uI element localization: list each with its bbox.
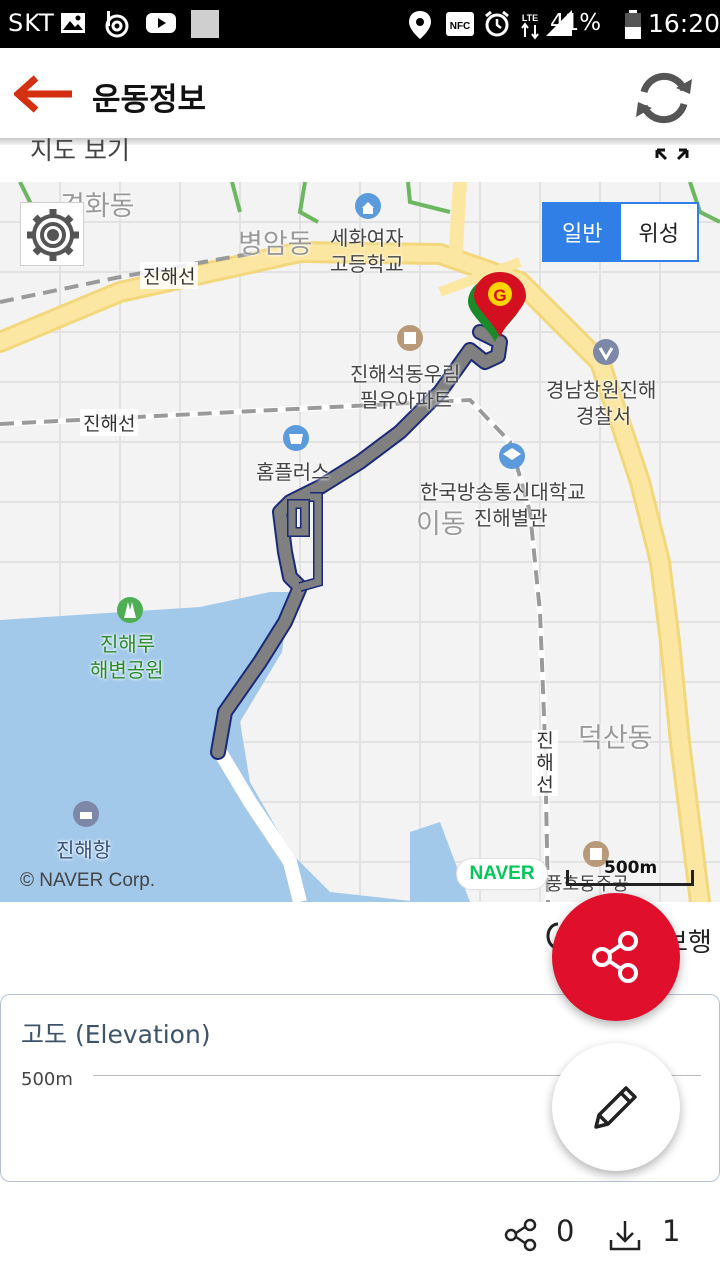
alarm-icon: [485, 10, 509, 37]
nfc-icon: NFC: [446, 12, 474, 36]
share-count: 0: [556, 1214, 575, 1248]
map-settings-button[interactable]: [20, 202, 84, 266]
map-label-deoksan: 덕산동: [578, 723, 653, 754]
pencil-icon: [594, 1086, 637, 1129]
map-label-port: 진해항: [56, 838, 112, 862]
map-label-park-2: 해변공원: [90, 658, 164, 682]
map-view-label: 지도 보기: [30, 136, 130, 165]
nfc-label: NFC: [450, 21, 471, 32]
map-label-police-1: 경남창원진해: [546, 378, 657, 402]
youtube-icon: [146, 13, 176, 33]
map-label-univ-2: 진해별관: [474, 506, 548, 530]
map-label-road-v: 진해선: [532, 730, 558, 796]
map-label-sehwa-2: 고등학교: [330, 252, 404, 276]
map-copyright: © NAVER Corp.: [20, 870, 156, 891]
b-app-icon: [105, 11, 129, 38]
map-label-road-1: 진해선: [140, 262, 199, 289]
map-type-toggle: 일반 위성: [542, 202, 699, 262]
expand-icon[interactable]: [654, 144, 690, 166]
naver-logo: NAVER: [456, 858, 548, 890]
map-label-byeongam: 병암동: [238, 229, 313, 260]
gear-icon: [27, 209, 79, 261]
footer-share-icon[interactable]: [504, 1218, 538, 1252]
location-pin-icon: [409, 11, 431, 39]
map-label-homeplus: 홈플러스: [256, 460, 330, 484]
arrow-left-icon[interactable]: [14, 74, 76, 114]
app-bar: 운동정보: [0, 48, 720, 140]
footer-actions: 0 1: [0, 1200, 720, 1270]
image-icon: [61, 13, 85, 33]
map-label-sehwa-1: 세화여자: [330, 226, 404, 250]
share-fab[interactable]: [552, 893, 680, 1021]
map-label-police-2: 경찰서: [576, 404, 632, 428]
map-view[interactable]: G 경화동 병암동 세화여자 고등학교 진해선 진해선 진해석동우림 필유아파트…: [0, 182, 720, 902]
battery-percent: 41%: [550, 10, 602, 36]
lte-icon: LTE: [521, 13, 539, 40]
elevation-title: 고도 (Elevation): [21, 1020, 211, 1049]
share-icon: [592, 931, 638, 983]
map-type-normal[interactable]: 일반: [544, 204, 621, 260]
carrier-label: SKT: [8, 9, 55, 37]
map-scale-label: 500m: [604, 858, 658, 878]
map-label-apt-1: 진해석동우림: [350, 362, 461, 386]
marker-label: G: [493, 286, 506, 305]
map-base: G: [0, 182, 720, 902]
page-title: 운동정보: [92, 82, 207, 118]
blank-square-icon: [191, 10, 219, 38]
battery-icon: [625, 10, 641, 39]
map-label-apt-2: 필유아파트: [360, 388, 452, 412]
map-type-satellite[interactable]: 위성: [621, 204, 698, 260]
map-label-univ-1: 한국방송통신대학교: [420, 480, 586, 504]
status-bar: SKT NFC LTE 41% 16:20: [0, 0, 720, 48]
elevation-tick-label: 500m: [21, 1069, 73, 1090]
refresh-icon[interactable]: [632, 70, 696, 126]
download-icon[interactable]: [608, 1218, 642, 1252]
map-label-idong: 이동: [416, 509, 466, 540]
map-label-park-1: 진해루: [100, 632, 156, 656]
edit-fab[interactable]: [552, 1043, 680, 1171]
download-count: 1: [662, 1214, 681, 1248]
clock: 16:20: [648, 9, 720, 38]
lte-label: LTE: [522, 13, 538, 23]
map-label-road-2: 진해선: [80, 409, 139, 436]
